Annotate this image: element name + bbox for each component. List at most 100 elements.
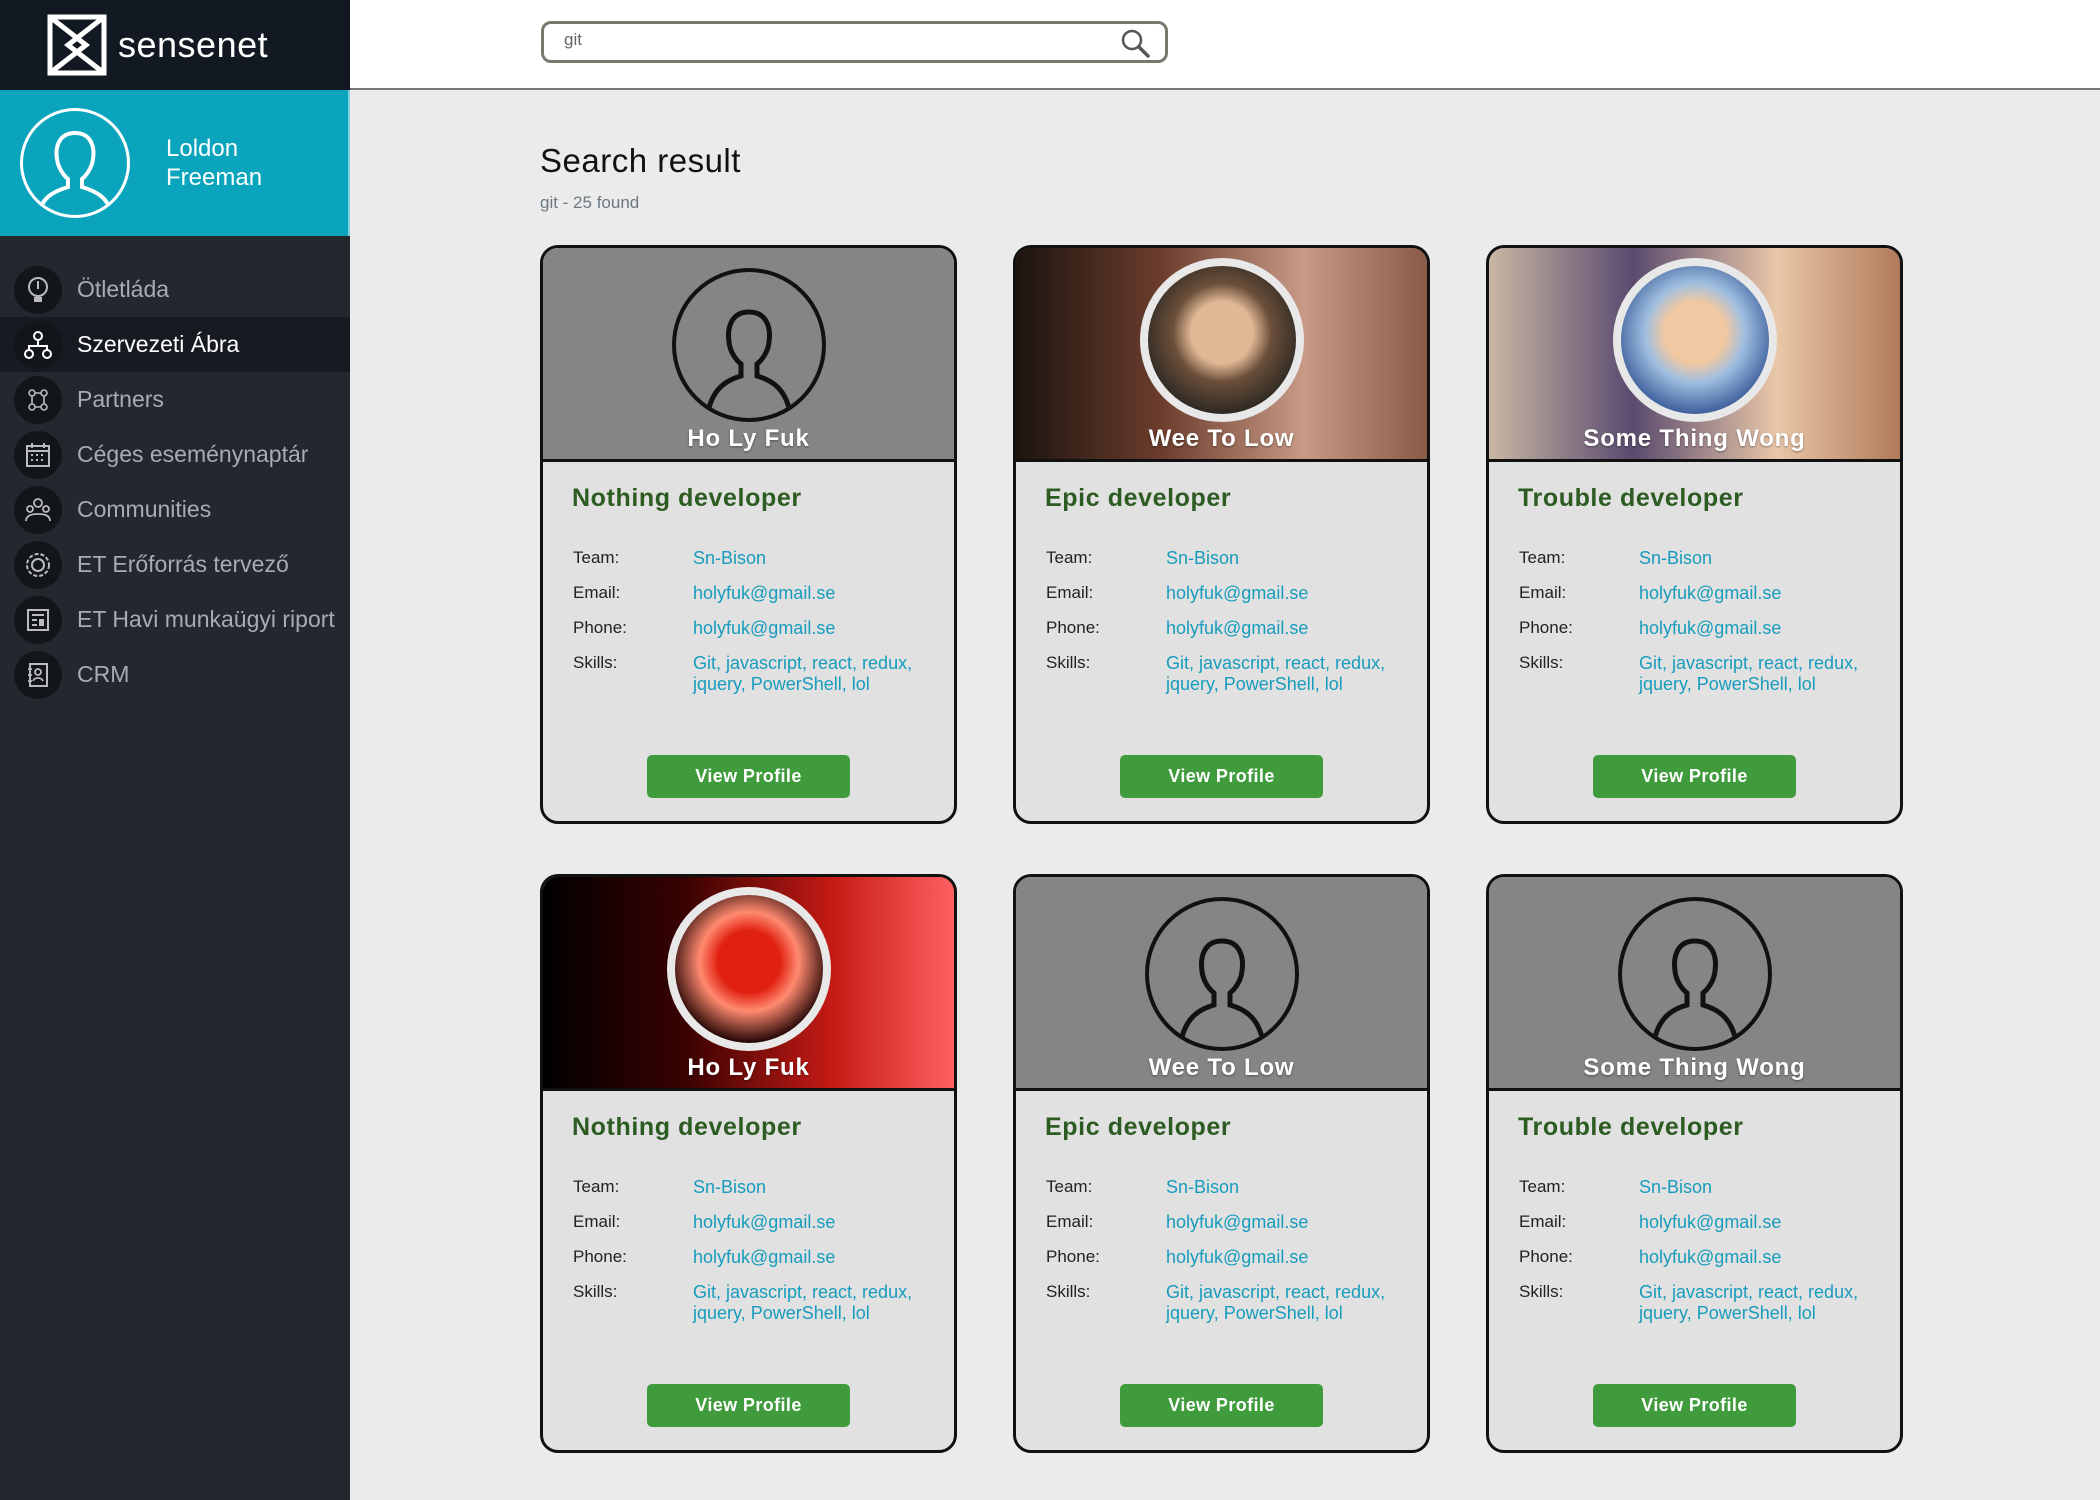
info-value-skills[interactable]: Git, javascript, react, redux, jquery, P… bbox=[1166, 1282, 1406, 1324]
info-row-phone: Phone: holyfuk@gmail.se bbox=[573, 1247, 933, 1268]
info-row-email: Email: holyfuk@gmail.se bbox=[1519, 583, 1879, 604]
info-value-skills[interactable]: Git, javascript, react, redux, jquery, P… bbox=[693, 653, 933, 695]
card-avatar[interactable] bbox=[671, 268, 826, 422]
info-value-email[interactable]: holyfuk@gmail.se bbox=[1639, 583, 1879, 604]
info-row-team: Team: Sn-Bison bbox=[1046, 1177, 1406, 1198]
info-value-phone[interactable]: holyfuk@gmail.se bbox=[693, 618, 933, 639]
info-value-team[interactable]: Sn-Bison bbox=[1639, 1177, 1879, 1198]
info-row-skills: Skills: Git, javascript, react, redux, jq… bbox=[573, 1282, 933, 1324]
card-avatar[interactable] bbox=[1617, 897, 1772, 1051]
search-box[interactable] bbox=[541, 21, 1168, 63]
info-value-email[interactable]: holyfuk@gmail.se bbox=[693, 583, 933, 604]
card-avatar[interactable] bbox=[1612, 258, 1777, 422]
sidebar-item-communities[interactable]: Communities bbox=[0, 482, 350, 537]
sidebar-item-ceges-esemenynaptar[interactable]: Céges eseménynaptár bbox=[0, 427, 350, 482]
info-value-skills[interactable]: Git, javascript, react, redux, jquery, P… bbox=[1166, 653, 1406, 695]
partners-icon bbox=[14, 375, 62, 424]
card-avatar[interactable] bbox=[666, 887, 831, 1051]
view-profile-button[interactable]: View Profile bbox=[1593, 1384, 1796, 1427]
info-value-email[interactable]: holyfuk@gmail.se bbox=[693, 1212, 933, 1233]
sidebar-item-et-havi-munkaugyi-riport[interactable]: ET Havi munkaügyi riport bbox=[0, 592, 350, 647]
sidebar-item-label: CRM bbox=[77, 661, 130, 687]
info-row-phone: Phone: holyfuk@gmail.se bbox=[573, 618, 933, 639]
sidebar-item-label: Szervezeti Ábra bbox=[77, 331, 240, 357]
card-person-name: Ho Ly Fuk bbox=[687, 425, 810, 452]
sidebar-item-label: Ötletláda bbox=[77, 276, 170, 302]
info-label: Team: bbox=[573, 548, 620, 567]
org-chart-icon bbox=[14, 320, 62, 369]
resource-planner-icon bbox=[14, 540, 62, 589]
info-row-skills: Skills: Git, javascript, react, redux, jq… bbox=[573, 653, 933, 695]
card-avatar[interactable] bbox=[1139, 258, 1304, 422]
info-value-phone[interactable]: holyfuk@gmail.se bbox=[1166, 618, 1406, 639]
info-value-skills[interactable]: Git, javascript, react, redux, jquery, P… bbox=[1639, 1282, 1879, 1324]
profile-card: Some Thing Wong Trouble developer Team: Sn-… bbox=[1486, 245, 1903, 824]
profile-card: Wee To Low Epic developer Team: Sn-Bison Ema… bbox=[1013, 245, 1430, 824]
info-label: Phone: bbox=[1046, 618, 1100, 637]
info-row-phone: Phone: holyfuk@gmail.se bbox=[1519, 618, 1879, 639]
card-header: Ho Ly Fuk bbox=[543, 248, 954, 462]
view-profile-button[interactable]: View Profile bbox=[1593, 755, 1796, 798]
info-label: Team: bbox=[573, 1177, 620, 1196]
sidebar-item-et-eroforras-tervezo[interactable]: ET Erőforrás tervező bbox=[0, 537, 350, 592]
info-label: Skills: bbox=[573, 1282, 618, 1301]
sidebar-menu: Ötletláda Szervezeti Ábra Partners Céges… bbox=[0, 262, 350, 702]
info-value-skills[interactable]: Git, javascript, react, redux, jquery, P… bbox=[1639, 653, 1879, 695]
card-role: Trouble developer bbox=[1518, 484, 1744, 512]
card-role: Epic developer bbox=[1045, 484, 1232, 512]
sidebar-item-otletlada[interactable]: Ötletláda bbox=[0, 262, 350, 317]
info-value-team[interactable]: Sn-Bison bbox=[1639, 548, 1879, 569]
info-row-phone: Phone: holyfuk@gmail.se bbox=[1046, 618, 1406, 639]
info-row-email: Email: holyfuk@gmail.se bbox=[1519, 1212, 1879, 1233]
info-value-team[interactable]: Sn-Bison bbox=[1166, 1177, 1406, 1198]
search-input[interactable] bbox=[564, 30, 1104, 50]
info-row-email: Email: holyfuk@gmail.se bbox=[573, 1212, 933, 1233]
info-value-phone[interactable]: holyfuk@gmail.se bbox=[1639, 618, 1879, 639]
info-value-email[interactable]: holyfuk@gmail.se bbox=[1166, 583, 1406, 604]
search-icon[interactable] bbox=[1119, 27, 1151, 59]
crm-icon bbox=[14, 650, 62, 699]
info-value-team[interactable]: Sn-Bison bbox=[693, 1177, 933, 1198]
info-value-phone[interactable]: holyfuk@gmail.se bbox=[1166, 1247, 1406, 1268]
card-person-name: Ho Ly Fuk bbox=[687, 1054, 810, 1081]
sensenet-logo-icon bbox=[47, 14, 107, 76]
info-value-team[interactable]: Sn-Bison bbox=[693, 548, 933, 569]
info-label: Phone: bbox=[1519, 1247, 1573, 1266]
sidebar-item-label: ET Erőforrás tervező bbox=[77, 551, 289, 577]
person-silhouette-icon bbox=[704, 309, 793, 418]
info-label: Phone: bbox=[573, 618, 627, 637]
sidebar-item-szervezeti-abra[interactable]: Szervezeti Ábra bbox=[0, 317, 350, 372]
info-label: Team: bbox=[1519, 1177, 1566, 1196]
info-label: Email: bbox=[573, 583, 621, 602]
info-label: Team: bbox=[1519, 548, 1566, 567]
sidebar-item-partners[interactable]: Partners bbox=[0, 372, 350, 427]
info-value-skills[interactable]: Git, javascript, react, redux, jquery, P… bbox=[693, 1282, 933, 1324]
info-label: Skills: bbox=[1519, 653, 1564, 672]
info-row-skills: Skills: Git, javascript, react, redux, jq… bbox=[1046, 1282, 1406, 1324]
info-row-team: Team: Sn-Bison bbox=[1046, 548, 1406, 569]
info-label: Phone: bbox=[1519, 618, 1573, 637]
info-value-phone[interactable]: holyfuk@gmail.se bbox=[1639, 1247, 1879, 1268]
info-row-email: Email: holyfuk@gmail.se bbox=[573, 583, 933, 604]
view-profile-button[interactable]: View Profile bbox=[1120, 755, 1323, 798]
info-row-email: Email: holyfuk@gmail.se bbox=[1046, 1212, 1406, 1233]
info-label: Email: bbox=[1046, 583, 1094, 602]
info-row-skills: Skills: Git, javascript, react, redux, jq… bbox=[1519, 1282, 1879, 1324]
card-avatar[interactable] bbox=[1144, 897, 1299, 1051]
logo[interactable]: sensenet bbox=[0, 0, 350, 90]
card-header: Some Thing Wong bbox=[1489, 248, 1900, 462]
view-profile-button[interactable]: View Profile bbox=[647, 1384, 850, 1427]
communities-icon bbox=[14, 485, 62, 534]
card-info: Team: Sn-Bison Email: holyfuk@gmail.se Phone… bbox=[1519, 548, 1879, 709]
info-value-email[interactable]: holyfuk@gmail.se bbox=[1166, 1212, 1406, 1233]
info-label: Skills: bbox=[1046, 1282, 1091, 1301]
view-profile-button[interactable]: View Profile bbox=[647, 755, 850, 798]
info-value-team[interactable]: Sn-Bison bbox=[1166, 548, 1406, 569]
card-role: Epic developer bbox=[1045, 1113, 1232, 1141]
info-label: Email: bbox=[573, 1212, 621, 1231]
sidebar-item-crm[interactable]: CRM bbox=[0, 647, 350, 702]
info-value-email[interactable]: holyfuk@gmail.se bbox=[1639, 1212, 1879, 1233]
user-panel[interactable]: Loldon Freeman bbox=[0, 90, 350, 236]
info-value-phone[interactable]: holyfuk@gmail.se bbox=[693, 1247, 933, 1268]
view-profile-button[interactable]: View Profile bbox=[1120, 1384, 1323, 1427]
